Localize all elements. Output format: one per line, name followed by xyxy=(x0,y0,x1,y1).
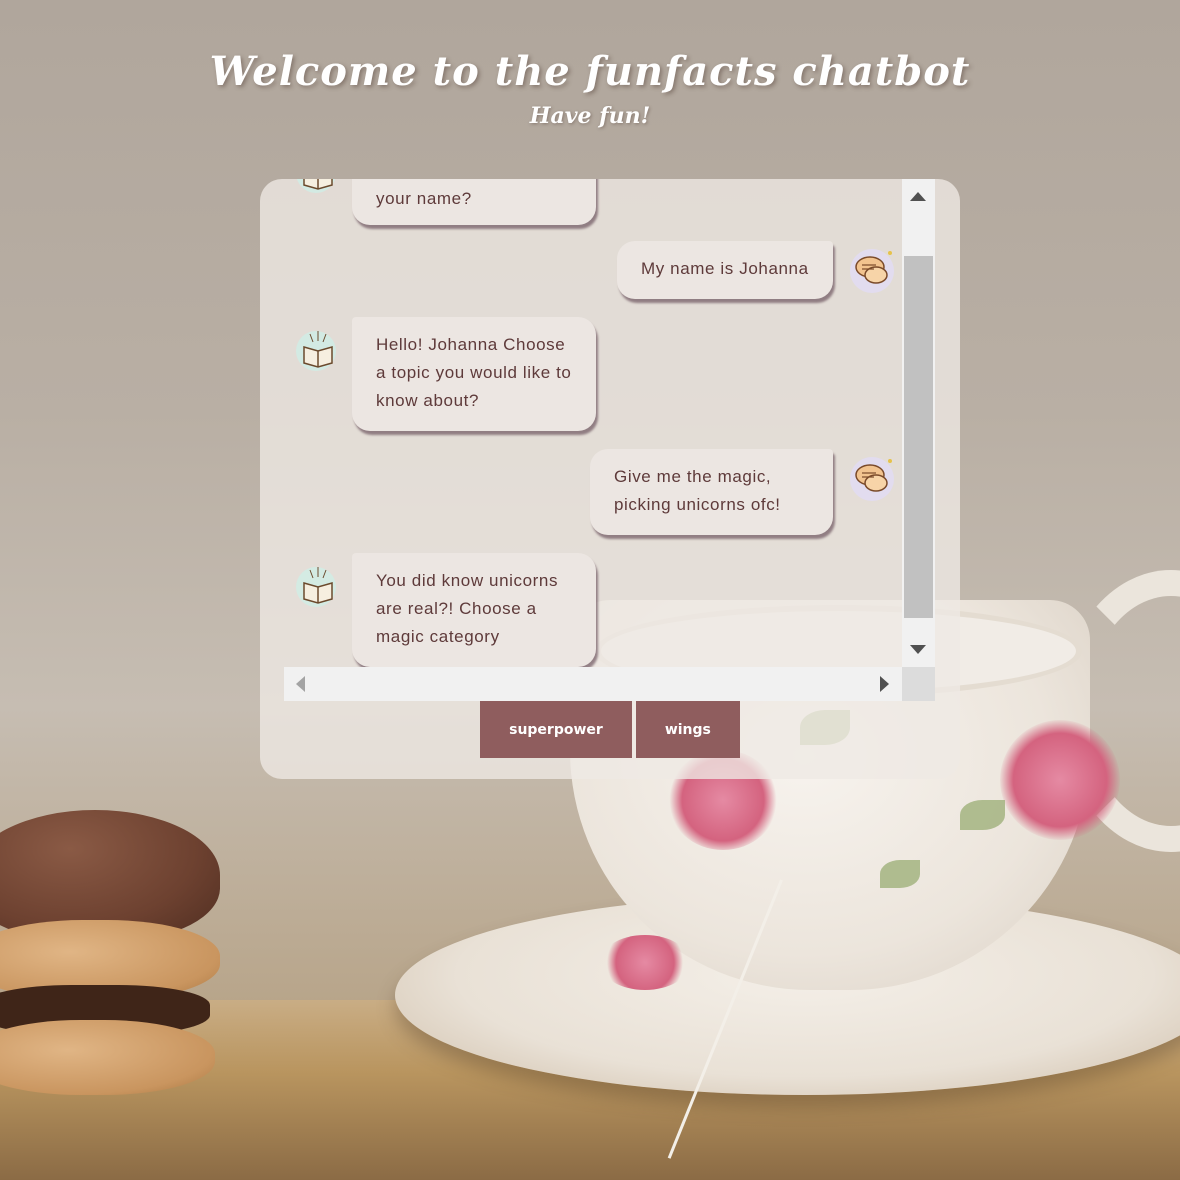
chat-bubble-user: My name is Johanna xyxy=(617,241,833,299)
book-icon xyxy=(292,325,344,377)
page-title: Welcome to the funfacts chatbot xyxy=(209,48,971,95)
chat-bubble-user: Give me the magic, picking unicorns ofc! xyxy=(590,449,833,535)
chat-bubble-bot: Hello! Johanna Choose a topic you would … xyxy=(352,317,596,431)
superpower-button[interactable]: superpower xyxy=(480,701,632,758)
scroll-right-arrow-icon[interactable] xyxy=(880,676,889,692)
page-subtitle: Have fun! xyxy=(529,103,651,129)
book-icon xyxy=(292,179,344,199)
scroll-left-arrow-icon[interactable] xyxy=(296,676,305,692)
chat-panel: your name? My name is Johanna Hello! Joh… xyxy=(260,179,960,779)
page-header: Welcome to the funfacts chatbot Have fun… xyxy=(0,48,1180,129)
chat-bubble-bot: You did know unicorns are real?! Choose … xyxy=(352,553,596,667)
scrollbar-corner xyxy=(902,667,935,701)
horizontal-scrollbar[interactable] xyxy=(284,667,902,701)
chat-bubble-bot: your name? xyxy=(352,179,596,225)
vertical-scrollbar[interactable] xyxy=(902,179,935,667)
wings-button[interactable]: wings xyxy=(635,701,740,758)
chat-bubbles-icon xyxy=(846,245,898,297)
vertical-scroll-thumb[interactable] xyxy=(904,256,933,618)
book-icon xyxy=(292,561,344,613)
chat-bubbles-icon xyxy=(846,453,898,505)
scroll-up-arrow-icon[interactable] xyxy=(910,192,926,201)
chat-messages-viewport[interactable]: your name? My name is Johanna Hello! Joh… xyxy=(260,179,902,667)
scroll-down-arrow-icon[interactable] xyxy=(910,645,926,654)
option-buttons: superpower wings xyxy=(260,701,960,758)
